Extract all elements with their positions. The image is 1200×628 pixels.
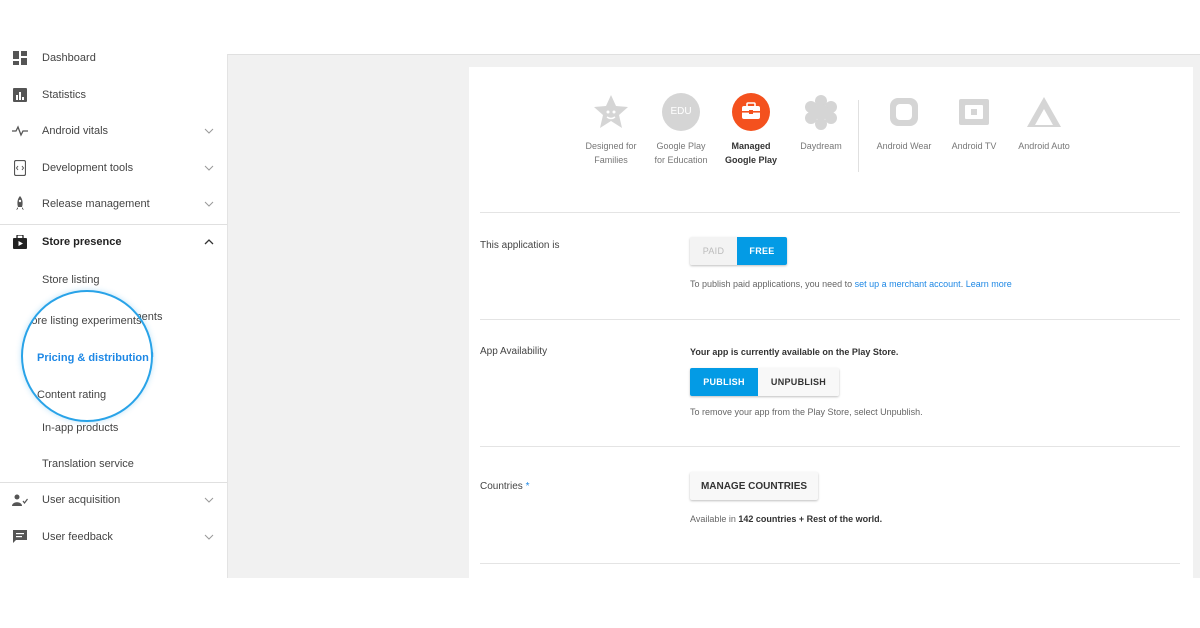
platform-divider: [858, 100, 859, 172]
pricing-label: This application is: [480, 240, 560, 251]
chevron-down-icon: [204, 534, 214, 540]
availability-label: App Availability: [480, 346, 548, 357]
store-icon: [12, 234, 28, 250]
pricing-toggle: PAID FREE: [690, 237, 787, 265]
education-icon: EDU: [662, 93, 700, 131]
platform-designed-for-families[interactable]: Designed for Families: [576, 93, 646, 167]
manage-countries-button[interactable]: MANAGE COUNTRIES: [690, 472, 818, 500]
families-star-icon: [592, 93, 630, 131]
countries-label-text: Countries: [480, 481, 523, 492]
countries-label: Countries *: [480, 481, 530, 492]
sidebar-item-label: Release management: [42, 198, 150, 210]
pricing-card: Designed for Families EDU Google Play fo…: [469, 67, 1193, 578]
magnifier-highlight: Store listing experiments Pricing & dist…: [21, 290, 153, 422]
subnav-in-app-products[interactable]: In-app products: [42, 422, 118, 434]
merchant-account-link[interactable]: set up a merchant account: [855, 279, 961, 289]
platform-label-line1: Managed: [731, 141, 771, 151]
magnified-pricing-distribution[interactable]: Pricing & distribution: [37, 352, 149, 364]
platform-android-auto[interactable]: Android Auto: [1009, 93, 1079, 153]
availability-toggle: PUBLISH UNPUBLISH: [690, 368, 839, 396]
daydream-icon: [802, 93, 840, 131]
chevron-down-icon: [204, 165, 214, 171]
subnav-store-listing[interactable]: Store listing: [42, 274, 99, 286]
free-button[interactable]: FREE: [737, 237, 787, 265]
user-acquisition-icon: [12, 492, 28, 508]
sidebar-item-user-feedback[interactable]: User feedback: [0, 519, 227, 555]
platform-daydream[interactable]: Daydream: [788, 93, 854, 153]
section-divider: [480, 563, 1180, 564]
sidebar-item-label: Development tools: [42, 162, 134, 174]
platform-android-tv[interactable]: Android TV: [942, 93, 1006, 153]
development-tools-icon: [12, 160, 28, 176]
sidebar-item-label: User acquisition: [42, 494, 121, 506]
sidebar-item-release-management[interactable]: Release management: [0, 186, 227, 222]
countries-available-prefix: Available in: [690, 514, 739, 524]
chevron-down-icon: [204, 201, 214, 207]
platform-label-line2: Families: [594, 155, 628, 165]
platform-label-line1: Designed for: [585, 141, 637, 151]
vitals-icon: [12, 123, 28, 139]
sidebar-item-label: Dashboard: [42, 52, 96, 64]
section-divider: [480, 446, 1180, 447]
statistics-icon: [12, 87, 28, 103]
sidebar-item-development-tools[interactable]: Development tools: [0, 150, 227, 186]
platform-google-play-education[interactable]: EDU Google Play for Education: [645, 93, 717, 167]
sidebar-item-statistics[interactable]: Statistics: [0, 77, 227, 113]
platform-label-line2: for Education: [654, 155, 708, 165]
platform-label-line1: Android Wear: [876, 141, 932, 151]
paid-button[interactable]: PAID: [690, 237, 737, 265]
auto-icon: [1025, 93, 1063, 131]
chevron-up-icon: [204, 239, 214, 245]
pricing-note: To publish paid applications, you need t…: [690, 279, 1012, 289]
chevron-down-icon: [204, 497, 214, 503]
sidebar-item-label: User feedback: [42, 531, 113, 543]
platform-managed-google-play[interactable]: Managed Google Play: [716, 93, 786, 167]
availability-status: Your app is currently available on the P…: [690, 347, 899, 357]
sidebar-item-user-acquisition[interactable]: User acquisition: [0, 482, 227, 518]
sidebar-item-label: Statistics: [42, 89, 87, 101]
sidebar-item-android-vitals[interactable]: Android vitals: [0, 113, 227, 149]
countries-available: Available in 142 countries + Rest of the…: [690, 514, 882, 524]
magnified-store-listing-experiments: Store listing experiments: [21, 315, 142, 327]
platform-label-line2: Google Play: [724, 155, 777, 165]
pricing-note-text: To publish paid applications, you need t…: [690, 279, 855, 289]
wear-icon: [885, 93, 923, 131]
unpublish-button[interactable]: UNPUBLISH: [758, 368, 839, 396]
required-asterisk: *: [525, 481, 530, 492]
sidebar-item-label: Android vitals: [42, 125, 109, 137]
section-divider: [480, 319, 1180, 320]
platform-label-line1: Android Auto: [1018, 141, 1070, 151]
chevron-down-icon: [204, 128, 214, 134]
magnified-content-rating: Content rating: [37, 389, 107, 401]
platform-android-wear[interactable]: Android Wear: [869, 93, 939, 153]
tv-icon: [955, 93, 993, 131]
subnav-translation-service[interactable]: Translation service: [42, 458, 134, 470]
availability-note: To remove your app from the Play Store, …: [690, 407, 923, 417]
learn-more-link[interactable]: Learn more: [966, 279, 1012, 289]
feedback-icon: [12, 529, 28, 545]
dashboard-icon: [12, 50, 28, 66]
platform-label-line1: Google Play: [656, 141, 706, 151]
section-divider: [480, 212, 1180, 213]
sidebar-item-store-presence[interactable]: Store presence: [0, 224, 227, 260]
publish-button[interactable]: PUBLISH: [690, 368, 758, 396]
rocket-icon: [12, 196, 28, 212]
managed-briefcase-icon: [732, 93, 770, 131]
countries-count: 142 countries + Rest of the world.: [738, 514, 883, 524]
sidebar-item-label: Store presence: [42, 236, 122, 248]
platform-label-line1: Daydream: [800, 141, 842, 151]
platform-label-line1: Android TV: [951, 141, 997, 151]
sidebar-item-dashboard[interactable]: Dashboard: [0, 40, 227, 76]
